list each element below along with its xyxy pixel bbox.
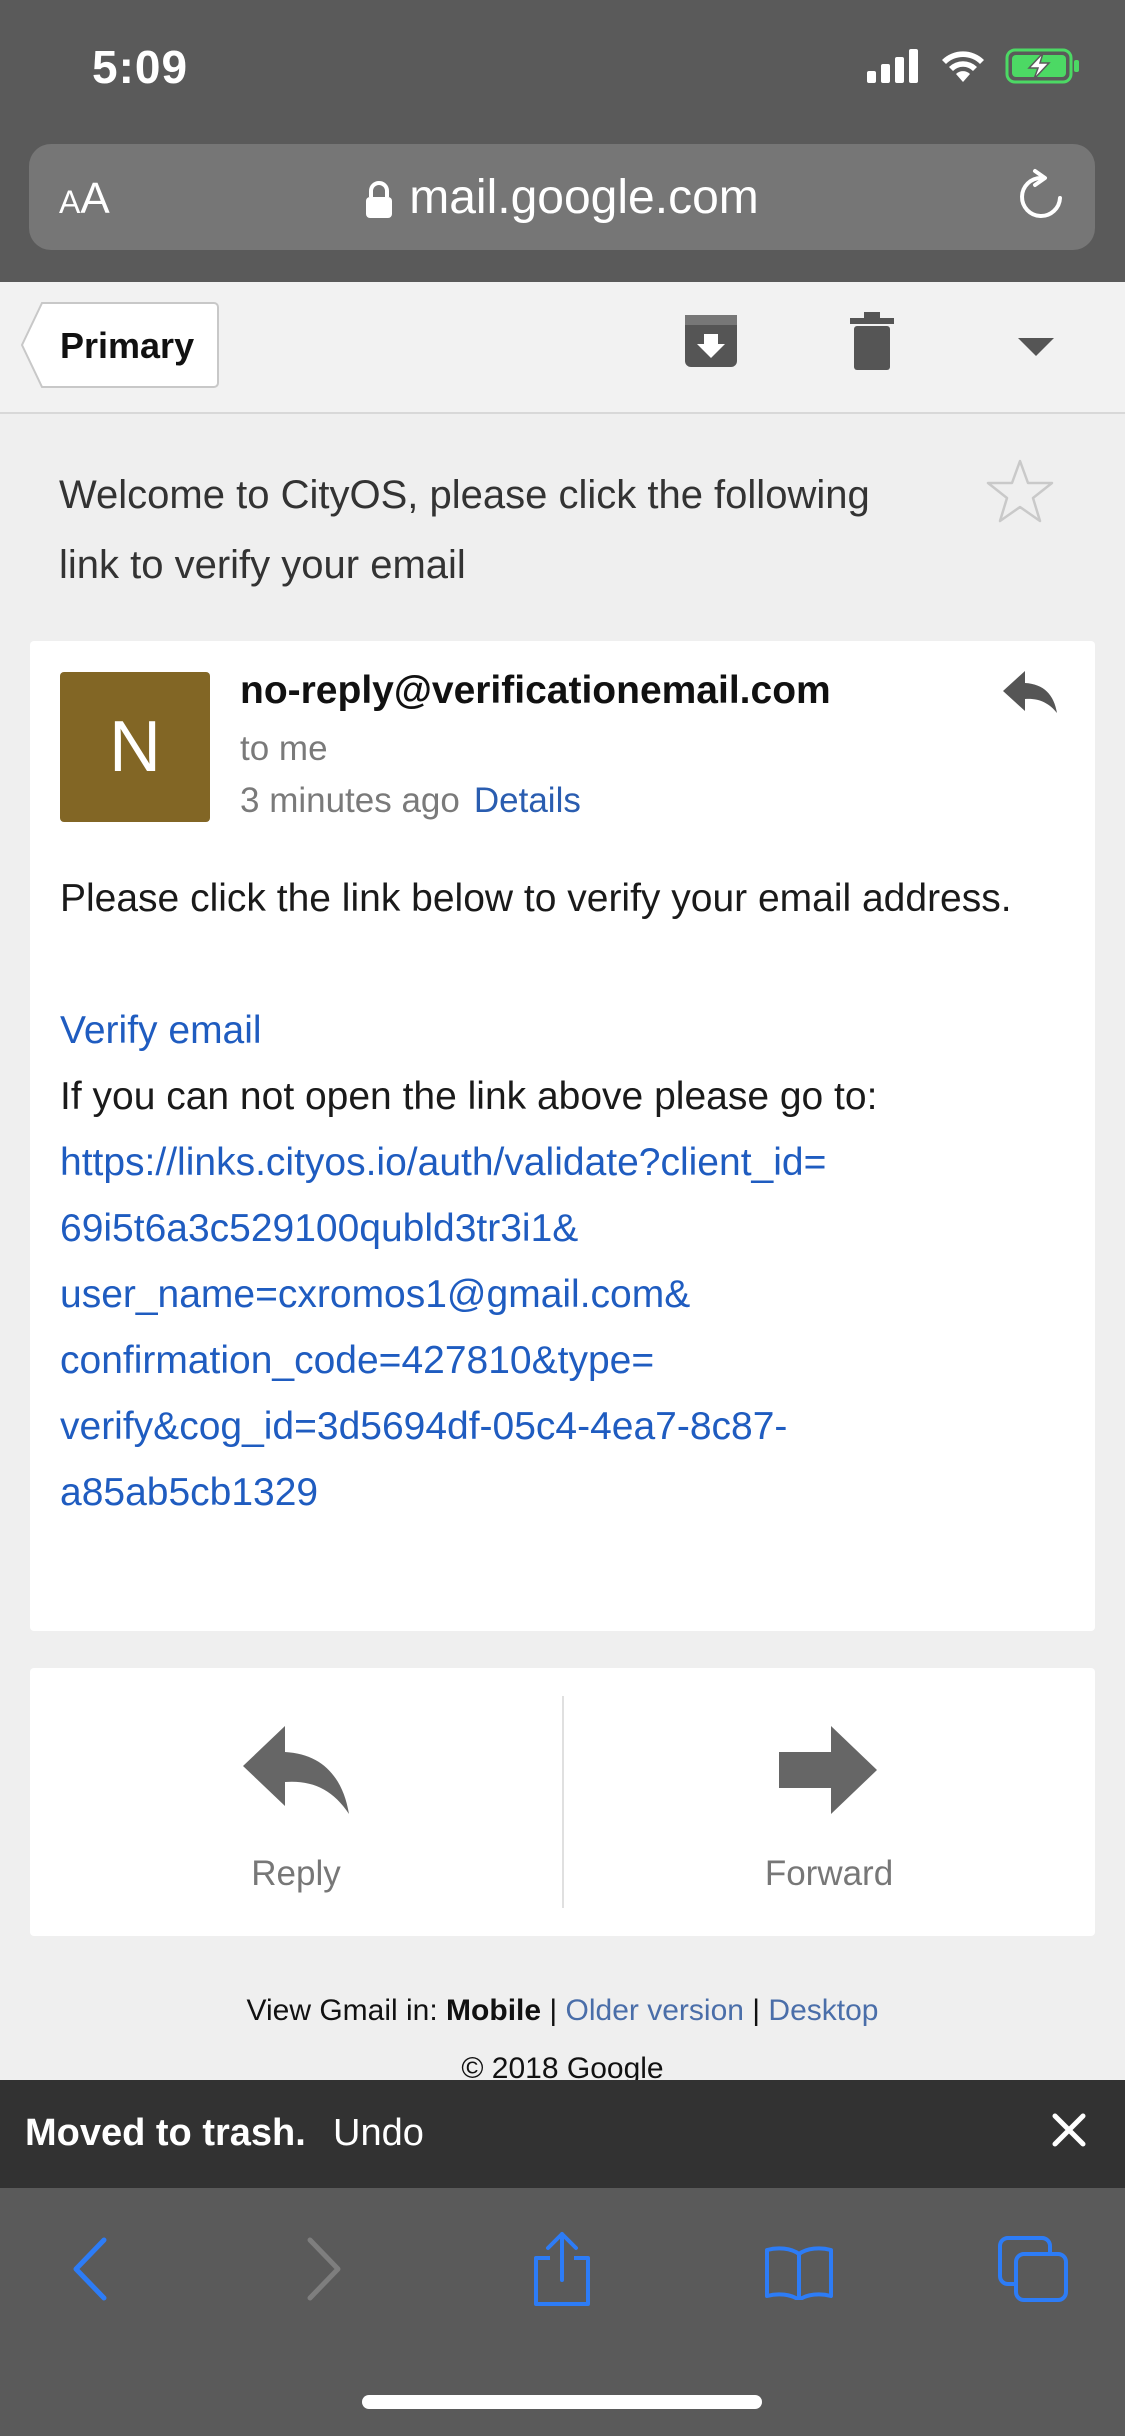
sender-avatar: N [60, 672, 210, 822]
bookmarks-icon[interactable] [764, 2244, 834, 2300]
status-icons [867, 48, 1081, 84]
battery-charging-icon [1005, 48, 1079, 84]
footer-separator: | [752, 1994, 761, 2027]
back-to-primary-button[interactable]: Primary [20, 301, 220, 389]
fallback-url-line[interactable]: user_name=cxromos1@gmail.com& [60, 1262, 1070, 1328]
reply-large-icon [243, 1726, 349, 1814]
fallback-url-line[interactable]: 69i5t6a3c529100qubld3tr3i1& [60, 1196, 1070, 1262]
moved-to-trash-snackbar: Moved to trash. Undo [0, 2080, 1125, 2188]
snackbar-message: Moved to trash. [25, 2112, 306, 2154]
cellular-signal-icon [867, 49, 918, 83]
wifi-icon [942, 51, 984, 82]
back-button-label: Primary [60, 325, 195, 366]
url-text: mail.google.com [409, 171, 759, 224]
details-link[interactable]: Details [474, 781, 581, 820]
back-arrow-icon[interactable] [70, 2236, 110, 2302]
gmail-toolbar: Primary [0, 282, 1125, 414]
reply-forward-card: Reply Forward [30, 1668, 1095, 1936]
archive-icon[interactable] [682, 312, 740, 370]
older-version-link[interactable]: Older version [566, 1994, 744, 2027]
fallback-url-link[interactable]: https://links.cityos.io/auth/validate?cl… [60, 1130, 1070, 1526]
view-mobile-current: Mobile [446, 1994, 542, 2027]
reply-button[interactable]: Reply [30, 1668, 562, 1936]
verify-email-link[interactable]: Verify email [60, 998, 1070, 1064]
trash-icon[interactable] [850, 312, 894, 370]
reload-icon[interactable] [1013, 168, 1069, 226]
browser-top-chrome: 5:09 AA mail.google.com [0, 0, 1125, 282]
fallback-url-line[interactable]: a85ab5cb1329 [60, 1460, 1070, 1526]
home-indicator[interactable] [362, 2395, 762, 2409]
reply-icon[interactable] [1001, 669, 1059, 715]
status-time: 5:09 [92, 41, 189, 93]
received-time: 3 minutes ago [240, 781, 460, 820]
lock-icon [366, 181, 393, 219]
forward-button[interactable]: Forward [563, 1668, 1095, 1936]
address-bar[interactable]: AA mail.google.com [29, 144, 1095, 250]
close-icon[interactable] [1049, 2110, 1089, 2150]
footer-separator: | [549, 1994, 558, 2027]
desktop-link[interactable]: Desktop [768, 1994, 878, 2027]
forward-arrow-icon [779, 1726, 877, 1814]
fallback-url-line[interactable]: https://links.cityos.io/auth/validate?cl… [60, 1130, 1070, 1196]
gmail-view-footer: View Gmail in: Mobile | Older version | … [0, 1994, 1125, 2028]
more-options-caret-icon[interactable] [1018, 338, 1054, 358]
share-icon[interactable] [530, 2230, 594, 2308]
forward-nav-icon[interactable] [304, 2236, 344, 2302]
sender-address[interactable]: no-reply@verificationemail.com [240, 669, 831, 713]
email-subject: Welcome to CityOS, please click the foll… [59, 473, 870, 587]
fallback-instruction-text: If you can not open the link above pleas… [60, 1075, 878, 1118]
message-card: N no-reply@verificationemail.com to me 3… [30, 641, 1095, 1631]
forward-label: Forward [764, 1854, 894, 1893]
fallback-url-line[interactable]: verify&cog_id=3d5694df-05c4-4ea7-8c87- [60, 1394, 1070, 1460]
reply-label: Reply [251, 1854, 341, 1893]
star-icon[interactable] [985, 458, 1055, 524]
recipient-label: to me [240, 729, 328, 768]
email-body: Please click the link below to verify yo… [60, 866, 1070, 1526]
fallback-url-line[interactable]: confirmation_code=427810&type= [60, 1328, 1070, 1394]
undo-button[interactable]: Undo [333, 2112, 424, 2155]
tabs-icon[interactable] [996, 2234, 1070, 2304]
body-intro-text: Please click the link below to verify yo… [60, 877, 1012, 920]
view-in-label: View Gmail in: [246, 1994, 438, 2027]
